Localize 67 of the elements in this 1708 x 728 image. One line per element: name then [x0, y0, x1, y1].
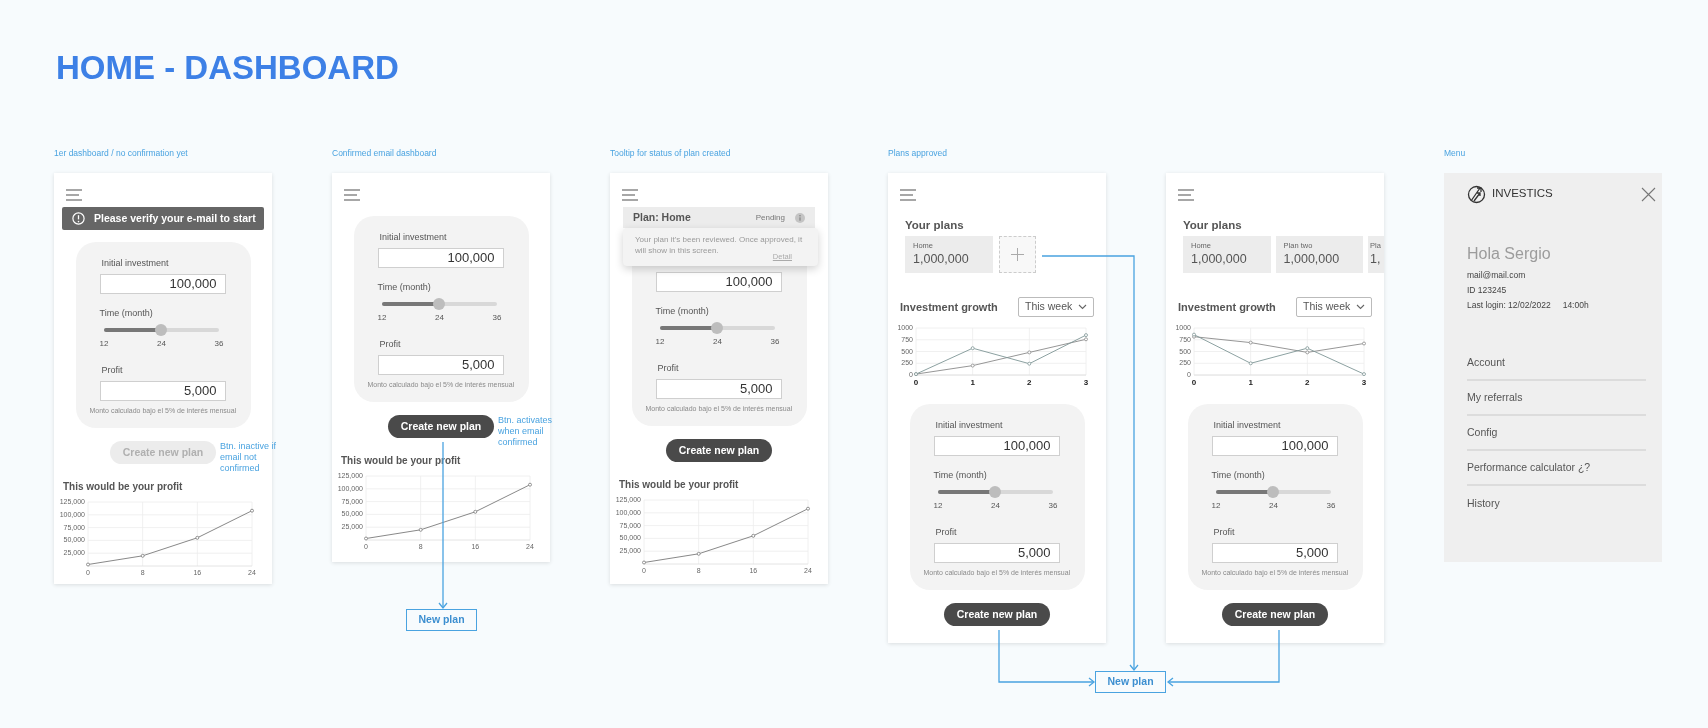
tick-label: 36 [770, 337, 780, 347]
greeting-text: Hola Sergio [1467, 244, 1552, 264]
tick-label: 36 [1048, 501, 1058, 511]
tick-label: 12 [1211, 501, 1221, 511]
axis-label: 2 [1305, 378, 1310, 387]
email-text: mail@mail.com [1467, 269, 1527, 282]
tick-label: 36 [492, 313, 502, 323]
axis-label: 1 [1248, 378, 1253, 387]
field-label: Initial investment [934, 419, 1004, 431]
tick-label: 36 [214, 339, 224, 349]
field-label: Profit [378, 338, 402, 350]
login-time-text: 14:00h [1562, 299, 1589, 312]
tick-label: 12 [377, 313, 387, 323]
axis-label: 1 [970, 378, 975, 387]
axis-label: 0 [1191, 378, 1197, 387]
field-label: Time (month) [99, 307, 154, 319]
tick-label: 12 [99, 339, 109, 349]
annotation-note: Btn. inactive if email not confirmed [220, 441, 278, 474]
annotation-note: Btn. activates when email confirmed [498, 415, 554, 448]
plan-amount: 1,000,000 [913, 251, 970, 267]
plan-name: Plan: Home [633, 209, 691, 225]
tick-label: 12 [933, 501, 943, 511]
tick-label: 24 [157, 339, 166, 349]
artboard-caption: Menu [1444, 147, 1467, 159]
brand-name: INVESTICS [1492, 186, 1553, 202]
last-login-text: Last login: 12/02/2022 [1467, 299, 1551, 312]
tick-label: 24 [1269, 501, 1278, 511]
artboard-caption: 1er dashboard / no confirmation yet [54, 147, 189, 159]
page-title: HOME - DASHBOARD [56, 48, 400, 88]
user-id-text: ID 123245 [1467, 284, 1508, 297]
section-title: Your plans [1183, 218, 1243, 232]
banner-text: Please verify your e-mail to start [94, 210, 256, 226]
status-text: Pending [755, 211, 785, 224]
field-label: Profit [100, 364, 124, 376]
field-label: Time (month) [1211, 469, 1266, 481]
section-title: This would be your profit [63, 480, 183, 494]
field-label: Initial investment [378, 231, 448, 243]
section-title: Investment growth [1178, 299, 1276, 315]
axis-label: 0 [913, 378, 919, 387]
field-label: Profit [656, 362, 680, 374]
tick-label: 24 [435, 313, 444, 323]
flow-target-box: New plan [1095, 671, 1166, 693]
artboard-caption: Tooltip for status of plan created [610, 147, 732, 159]
flow-target-box: New plan [406, 609, 477, 631]
field-label: Initial investment [100, 257, 170, 269]
section-title: Investment growth [900, 299, 998, 315]
section-title: Your plans [905, 218, 965, 232]
field-label: Profit [934, 526, 958, 538]
axis-label: 2 [1027, 378, 1032, 387]
plan-amount: 1, [1370, 251, 1382, 267]
tick-label: 36 [1326, 501, 1336, 511]
field-label: Profit [1212, 526, 1236, 538]
plan-amount: 1,000,000 [1283, 251, 1341, 267]
axis-label: 3 [1361, 378, 1367, 387]
field-label: Time (month) [655, 305, 710, 317]
field-label: Initial investment [1212, 419, 1282, 431]
artboard-caption: Plans approved [888, 147, 949, 159]
field-label: Time (month) [377, 281, 432, 293]
tick-label: 24 [713, 337, 722, 347]
tick-label: 24 [991, 501, 1000, 511]
plan-amount: 1,000,000 [1191, 251, 1248, 267]
field-label: Time (month) [933, 469, 988, 481]
axis-label: 3 [1083, 378, 1089, 387]
artboard-caption: Confirmed email dashboard [332, 147, 438, 159]
tick-label: 12 [655, 337, 665, 347]
tooltip-text: Your plan it's been reviewed. Once approved, it will show in this screen. [635, 234, 804, 255]
section-title: This would be your profit [619, 478, 739, 492]
